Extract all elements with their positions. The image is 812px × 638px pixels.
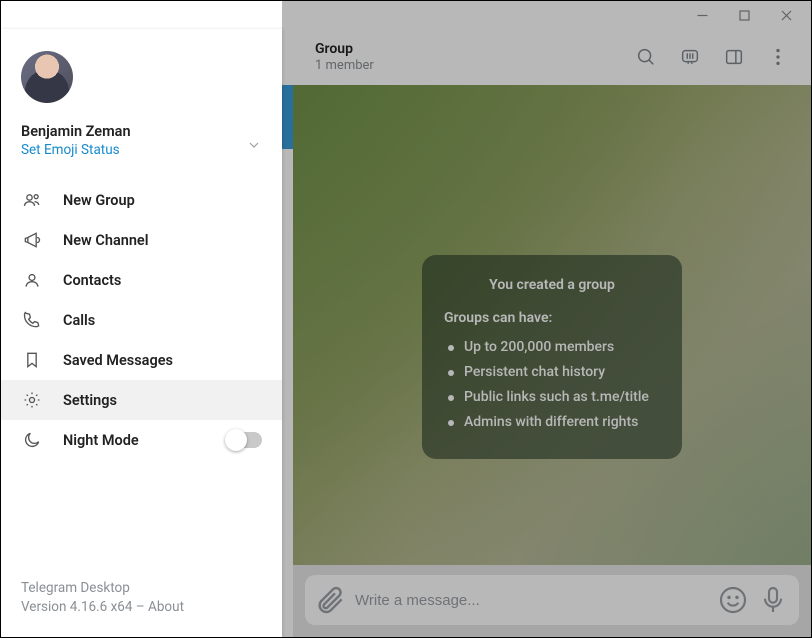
group-icon [21,190,43,210]
menu-item-settings[interactable]: Settings [1,380,282,420]
menu-item-label: New Channel [63,232,149,249]
menu-item-new-channel[interactable]: New Channel [1,220,282,260]
menu-item-label: New Group [63,192,135,209]
menu-item-contacts[interactable]: Contacts [1,260,282,300]
about-link[interactable]: About [148,599,184,615]
menu-item-calls[interactable]: Calls [1,300,282,340]
user-name: Benjamin Zeman [21,123,262,140]
menu-item-label: Calls [63,312,95,329]
main-menu-drawer: Benjamin Zeman Set Emoji Status New Grou… [1,29,282,637]
bookmark-icon [21,350,43,370]
menu-item-label: Settings [63,392,117,409]
modal-overlay[interactable] [282,1,811,637]
menu-item-saved-messages[interactable]: Saved Messages [1,340,282,380]
set-emoji-status-link[interactable]: Set Emoji Status [21,142,262,158]
menu-item-label: Saved Messages [63,352,173,369]
menu-item-label: Night Mode [63,432,139,449]
app-name: Telegram Desktop [21,579,262,598]
menu-item-new-group[interactable]: New Group [1,180,282,220]
person-icon [21,270,43,290]
chevron-down-icon[interactable] [246,137,262,157]
menu-item-label: Contacts [63,272,121,289]
drawer-menu: New Group New Channel Contacts Calls Sav… [1,180,282,460]
phone-icon [21,310,43,330]
megaphone-icon [21,230,43,250]
menu-item-night-mode[interactable]: Night Mode [1,420,282,460]
moon-icon [21,430,43,450]
avatar[interactable] [21,51,73,103]
night-mode-toggle[interactable] [226,432,262,448]
gear-icon [21,390,43,410]
app-version: Version 4.16.6 x64 – [21,599,148,615]
drawer-footer: Telegram Desktop Version 4.16.6 x64 – Ab… [1,579,282,637]
